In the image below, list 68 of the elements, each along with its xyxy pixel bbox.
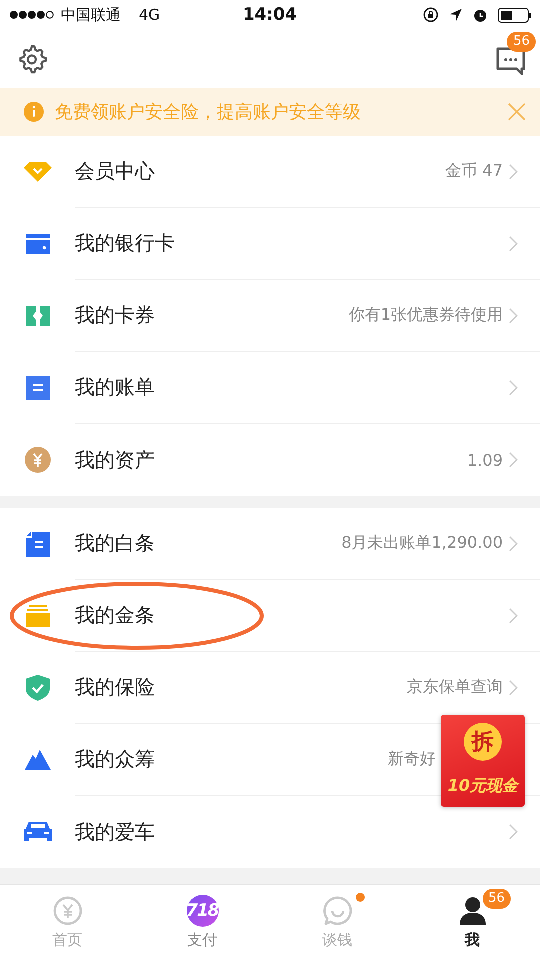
envelope-promo[interactable]: 拆 10元现金	[441, 715, 525, 807]
menu-row[interactable]: 我的银行卡	[0, 208, 540, 280]
note-icon	[26, 531, 50, 557]
carrier-name: 中国联通	[61, 6, 121, 24]
yuan-coin-icon	[24, 446, 52, 474]
chevron-icon	[509, 452, 518, 468]
menu-row[interactable]: 我的卡券 你有1张优惠券待使用	[0, 280, 540, 352]
battery-icon	[498, 8, 532, 22]
promo-open-badge: 拆	[464, 723, 502, 761]
car-icon	[24, 821, 52, 843]
notice-text: 免费领账户安全险，提高账户安全等级	[55, 101, 362, 124]
message-count-badge: 56	[507, 32, 536, 52]
promo-logo: 718	[186, 895, 218, 927]
menu-row[interactable]: 我的账单	[0, 352, 540, 424]
ingot-stack-icon	[26, 605, 50, 627]
chevron-icon	[509, 308, 518, 324]
chevron-icon	[509, 608, 518, 624]
menu-value: 8月未出账单1,290.00	[342, 533, 503, 554]
signal-icon	[9, 10, 55, 20]
tab-label: 首页	[52, 931, 82, 950]
tab-item[interactable]: 718 支付	[135, 885, 270, 960]
document-icon	[26, 376, 50, 400]
menu-label: 我的保险	[75, 674, 156, 701]
bank-card-icon	[26, 234, 50, 254]
tab-item[interactable]: 56 我	[405, 885, 540, 960]
info-icon	[23, 101, 45, 123]
count-badge: 56	[482, 889, 512, 909]
chat-icon	[322, 896, 352, 926]
message-icon[interactable]	[496, 46, 526, 76]
chevron-icon	[509, 380, 518, 396]
menu-row[interactable]: 我的白条 8月未出账单1,290.00	[0, 508, 540, 580]
tab-label: 谈钱	[322, 931, 352, 950]
chevron-icon	[509, 164, 518, 180]
menu-row[interactable]: 我的金条	[0, 580, 540, 652]
chevron-icon	[509, 236, 518, 252]
chevron-icon	[509, 824, 518, 840]
location-icon	[449, 8, 463, 22]
menu-label: 我的资产	[75, 446, 156, 474]
menu-label: 我的金条	[75, 602, 156, 629]
menu-label: 我的众筹	[75, 746, 156, 773]
menu-label: 我的账单	[75, 374, 156, 401]
menu-label: 我的爱车	[75, 818, 156, 846]
chevron-icon	[509, 536, 518, 552]
menu-row[interactable]: 我的资产 1.09	[0, 424, 540, 496]
menu-value: 新奇好	[388, 749, 436, 770]
yuan-icon	[52, 896, 82, 926]
alarm-icon	[473, 8, 488, 22]
shield-check-icon	[26, 675, 50, 701]
person-icon	[458, 897, 486, 925]
mountain-icon	[24, 750, 50, 770]
menu-value: 1.09	[467, 450, 503, 470]
status-time: 14:04	[242, 5, 298, 25]
tab-label: 我	[465, 931, 480, 950]
menu-value: 京东保单查询	[407, 677, 503, 698]
network-type: 4G	[139, 6, 160, 24]
menu-value: 你有1张优惠券待使用	[348, 305, 503, 326]
diamond-icon	[24, 162, 52, 182]
menu-value: 金币 47	[446, 161, 503, 182]
ticket-icon	[26, 306, 50, 326]
menu-row[interactable]: 会员中心 金币 47	[0, 136, 540, 208]
menu-label: 我的卡券	[75, 302, 156, 329]
menu-label: 我的银行卡	[75, 230, 176, 257]
rotation-lock-icon	[423, 7, 439, 23]
menu-label: 会员中心	[75, 158, 156, 185]
menu-label: 我的白条	[75, 530, 156, 557]
promo-text: 10元现金	[448, 776, 518, 797]
tab-label: 支付	[188, 931, 218, 950]
chevron-icon	[509, 680, 518, 696]
